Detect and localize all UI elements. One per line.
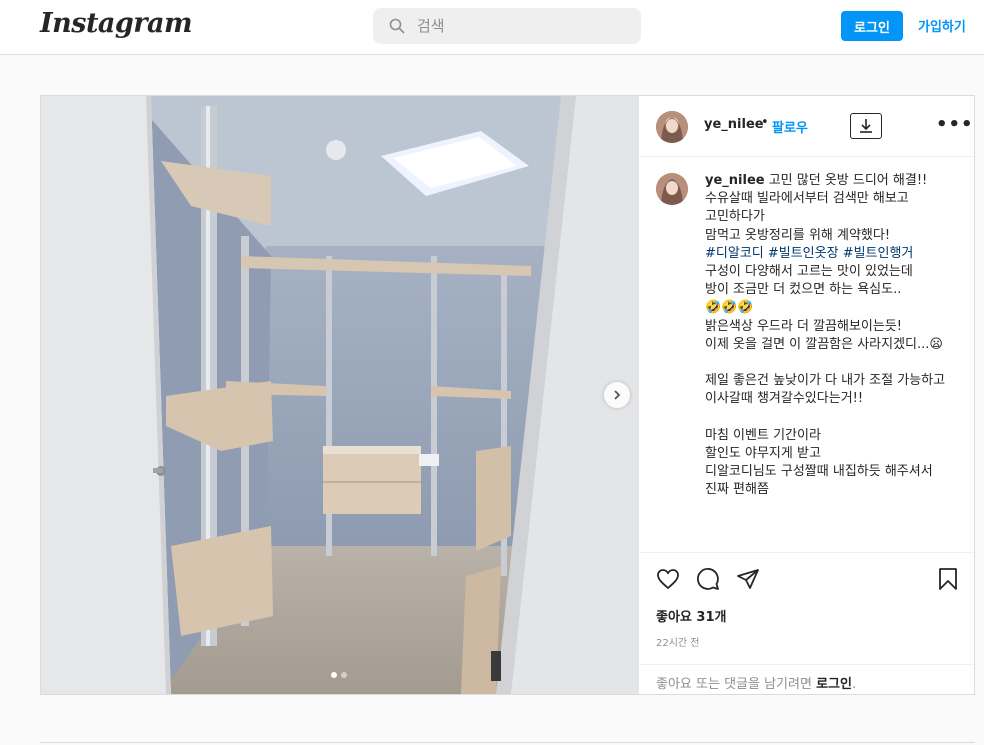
follow-button[interactable]: 팔로우 [772,117,808,136]
comment-icon[interactable] [696,567,720,591]
top-navigation-bar: Instagram 로그인 가입하기 [0,0,984,55]
comment-prompt-suffix: . [851,677,857,692]
carousel-next-button[interactable] [604,382,630,408]
post-sidebar: ye_nilee • 팔로우 ••• ye_nilee 고민 많던 옷방 드디어… [640,96,974,694]
comment-login-link[interactable]: 로그인 [816,677,852,692]
post-header: ye_nilee • 팔로우 ••• [640,96,974,157]
instagram-logo[interactable]: Instagram [40,8,193,39]
chevron-right-icon [614,390,621,400]
caption-body-2: 구성이 다양해서 고르는 맛이 있었는데 방이 조금만 더 컸으면 하는 욕심도… [705,264,946,498]
download-button[interactable] [850,113,882,139]
comment-prompt-bar: 좋아요 또는 댓글을 남기려면 로그인. [640,664,974,695]
search-box[interactable] [373,8,641,44]
separator-dot: • [761,115,769,130]
post-image[interactable] [41,96,639,694]
search-input[interactable] [417,17,617,35]
profile-picture [656,173,688,205]
action-section: 좋아요 31개 22시간 전 좋아요 또는 댓글을 남기려면 로그인. [640,552,974,694]
likes-count[interactable]: 좋아요 31개 [656,606,726,625]
signup-link[interactable]: 가입하기 [918,16,966,35]
search-icon [389,18,405,34]
login-button[interactable]: 로그인 [841,11,903,41]
heart-icon[interactable] [656,567,680,591]
carousel-indicator [331,672,347,678]
caption-section: ye_nilee 고민 많던 옷방 드디어 해결!! 수유살때 빌라에서부터 검… [640,158,974,552]
comment-prompt: 좋아요 또는 댓글을 남기려면 로그인. [656,673,856,692]
post-card: ye_nilee • 팔로우 ••• ye_nilee 고민 많던 옷방 드디어… [40,95,975,695]
caption-hashtags[interactable]: #디알코디 #빌트인옷장 #빌트인행거 [705,246,913,261]
bookmark-icon[interactable] [936,567,960,591]
carousel-dot [331,672,337,678]
carousel-dot [341,672,347,678]
caption-text: ye_nilee 고민 많던 옷방 드디어 해결!! 수유살때 빌라에서부터 검… [705,172,957,500]
download-icon [860,119,872,133]
more-options-icon[interactable]: ••• [936,114,974,135]
comment-prompt-text: 좋아요 또는 댓글을 남기려면 [656,677,817,692]
share-icon[interactable] [736,567,760,591]
closet-photo [41,96,639,694]
profile-picture [656,111,688,143]
avatar[interactable] [656,111,688,143]
post-timestamp[interactable]: 22시간 전 [656,634,700,649]
caption-username[interactable]: ye_nilee [705,173,765,188]
footer-divider [40,742,975,743]
post-username[interactable]: ye_nilee [704,117,764,132]
avatar[interactable] [656,173,688,205]
